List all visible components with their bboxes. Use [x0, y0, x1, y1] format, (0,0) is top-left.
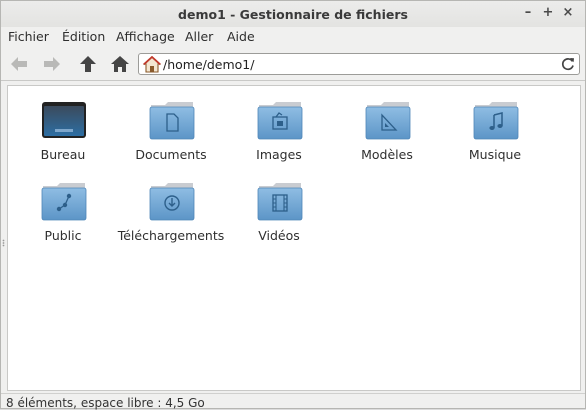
- file-item-label: Public: [44, 228, 82, 243]
- file-item-label: Bureau: [40, 147, 86, 162]
- close-button[interactable]: ×: [560, 5, 576, 21]
- window-title: demo1 - Gestionnaire de fichiers: [178, 7, 408, 22]
- file-manager-window: demo1 - Gestionnaire de fichiers – + × F…: [0, 0, 586, 410]
- maximize-button[interactable]: +: [540, 5, 556, 21]
- back-button[interactable]: [8, 54, 30, 74]
- file-item-videos[interactable]: Vidéos: [224, 181, 334, 247]
- up-button[interactable]: [77, 54, 99, 74]
- title-bar[interactable]: demo1 - Gestionnaire de fichiers – + ×: [1, 1, 585, 27]
- arrow-left-icon: [11, 57, 27, 71]
- status-text: 8 éléments, espace libre : 4,5 Go: [6, 396, 205, 410]
- reload-icon[interactable]: [560, 56, 576, 72]
- menu-bar: Fichier Édition Affichage Aller Aide: [1, 27, 585, 47]
- arrow-right-icon: [44, 57, 60, 71]
- file-item-label: Images: [256, 147, 302, 162]
- downloads-folder-icon: [149, 183, 195, 221]
- file-view[interactable]: Bureau Documents Images Modèles Musique …: [7, 85, 581, 391]
- status-bar: 8 éléments, espace libre : 4,5 Go: [1, 393, 585, 410]
- menu-aide[interactable]: Aide: [227, 29, 255, 44]
- file-item-bureau[interactable]: Bureau: [8, 100, 118, 166]
- toolbar: [1, 47, 585, 81]
- file-item-label: Vidéos: [258, 228, 300, 243]
- desktop-folder-icon: [42, 102, 86, 138]
- file-item-telechargements[interactable]: Téléchargements: [116, 181, 226, 247]
- videos-folder-icon: [257, 183, 303, 221]
- pictures-folder-icon: [257, 102, 303, 140]
- home-folder-icon: [143, 56, 161, 73]
- file-item-images[interactable]: Images: [224, 100, 334, 166]
- menu-fichier[interactable]: Fichier: [8, 29, 49, 44]
- file-item-label: Documents: [135, 147, 207, 162]
- home-button[interactable]: [109, 54, 131, 74]
- documents-folder-icon: [149, 102, 195, 140]
- location-input[interactable]: [163, 55, 553, 73]
- file-item-modeles[interactable]: Modèles: [332, 100, 442, 166]
- minimize-button[interactable]: –: [520, 5, 536, 21]
- menu-affichage[interactable]: Affichage: [116, 29, 175, 44]
- file-item-documents[interactable]: Documents: [116, 100, 226, 166]
- file-item-label: Téléchargements: [117, 228, 225, 243]
- home-icon: [111, 56, 129, 72]
- file-item-musique[interactable]: Musique: [440, 100, 550, 166]
- menu-edition[interactable]: Édition: [62, 29, 105, 44]
- forward-button[interactable]: [41, 54, 63, 74]
- location-bar[interactable]: [138, 53, 580, 75]
- menu-aller[interactable]: Aller: [185, 29, 213, 44]
- file-item-label: Modèles: [361, 147, 413, 162]
- music-folder-icon: [473, 102, 519, 140]
- file-item-public[interactable]: Public: [8, 181, 118, 247]
- templates-folder-icon: [365, 102, 411, 140]
- public-folder-icon: [41, 183, 87, 221]
- pane-resize-grip[interactable]: [2, 239, 5, 247]
- file-item-label: Musique: [468, 147, 522, 162]
- arrow-up-icon: [80, 56, 96, 72]
